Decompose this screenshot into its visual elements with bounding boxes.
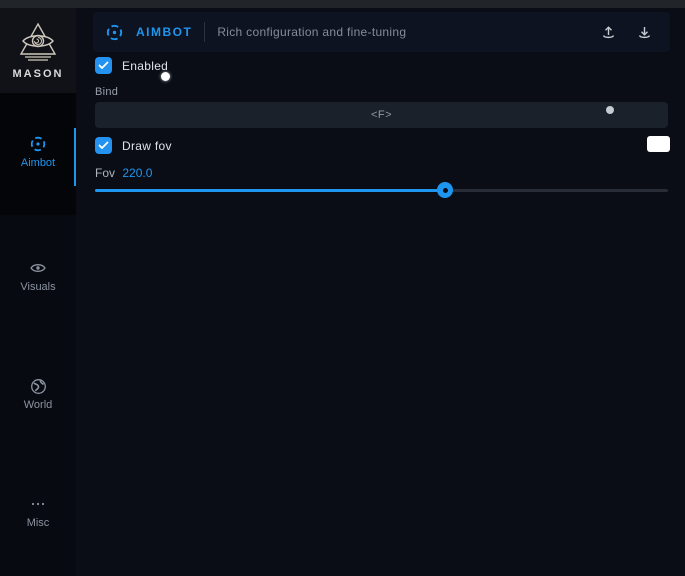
crosshair-icon — [29, 135, 47, 153]
sidebar-item-label: World — [24, 399, 53, 411]
sidebar-item-visuals[interactable]: Visuals — [0, 250, 76, 302]
mason-pyramid-eye-icon — [15, 21, 61, 65]
sidebar-item-misc[interactable]: Misc — [0, 486, 76, 538]
fov-color-swatch[interactable] — [647, 136, 670, 152]
sidebar-active-section: Aimbot — [0, 93, 76, 215]
upload-config-button[interactable] — [594, 18, 622, 46]
logo-label: MASON — [13, 68, 64, 80]
draw-fov-label: Draw fov — [122, 139, 172, 153]
cursor-dot — [161, 72, 170, 81]
fov-slider-thumb[interactable] — [437, 182, 453, 198]
fov-label: Fov — [95, 166, 115, 180]
globe-icon — [29, 377, 47, 395]
page-subtitle: Rich configuration and fine-tuning — [217, 25, 406, 39]
sidebar-item-aimbot[interactable]: Aimbot — [0, 126, 76, 178]
sidebar-item-label: Visuals — [20, 281, 55, 293]
fov-value-row: Fov 220.0 — [95, 166, 152, 180]
enabled-row: Enabled — [95, 57, 168, 74]
aimbot-crosshair-icon — [105, 23, 124, 42]
fov-slider-fill — [95, 189, 445, 192]
page-title: AIMBOT — [136, 25, 192, 39]
titlebar-strip — [0, 0, 685, 8]
header-divider — [204, 22, 205, 42]
sidebar-item-label: Aimbot — [21, 157, 55, 169]
mason-window: MASON Aimbot Visuals — [0, 0, 685, 576]
enabled-label: Enabled — [122, 59, 168, 73]
sidebar-item-world[interactable]: World — [0, 368, 76, 420]
bind-label: Bind — [95, 86, 118, 98]
main-content: AIMBOT Rich configuration and fine-tunin… — [76, 8, 685, 576]
sidebar-item-label: Misc — [27, 517, 50, 529]
ellipsis-icon — [29, 495, 47, 513]
draw-fov-row: Draw fov — [95, 137, 172, 154]
download-config-button[interactable] — [630, 18, 658, 46]
sidebar: MASON Aimbot Visuals — [0, 8, 76, 576]
enabled-checkbox[interactable] — [95, 57, 112, 74]
page-header: AIMBOT Rich configuration and fine-tunin… — [93, 12, 670, 52]
eye-icon — [29, 259, 47, 277]
bind-input[interactable]: <F> — [95, 102, 668, 128]
fov-value: 220.0 — [122, 166, 152, 180]
logo-block: MASON — [0, 8, 76, 93]
bind-indicator-dot — [606, 106, 614, 114]
bind-value: <F> — [371, 109, 392, 121]
draw-fov-checkbox[interactable] — [95, 137, 112, 154]
fov-slider[interactable] — [95, 182, 668, 198]
